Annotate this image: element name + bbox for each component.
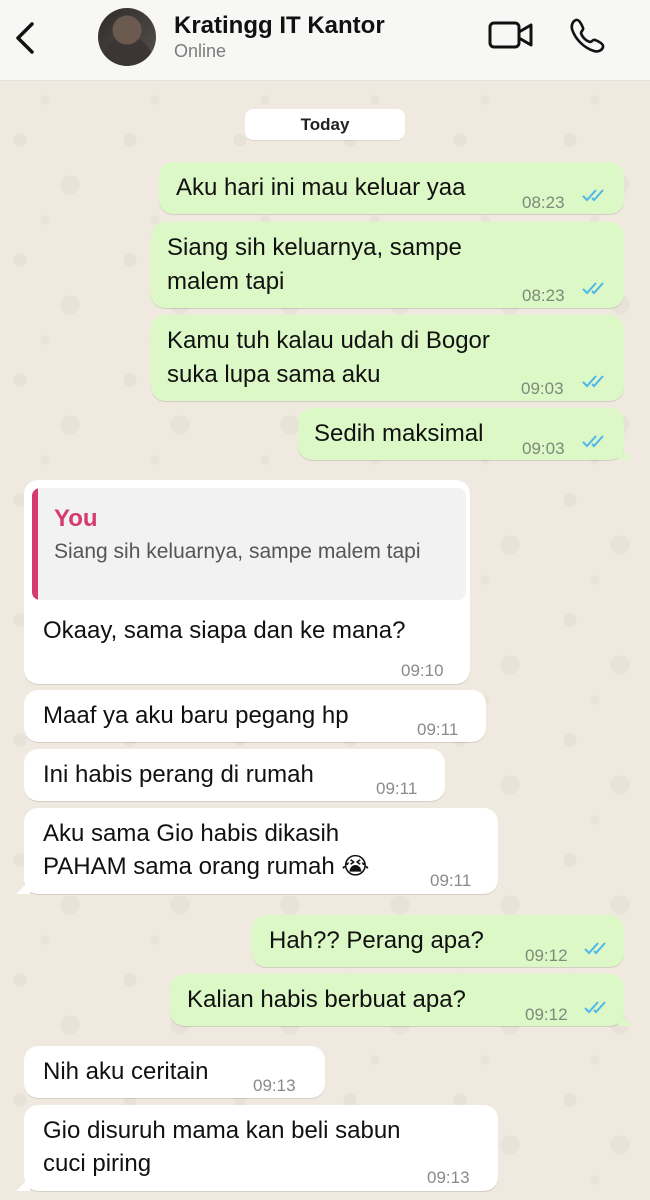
message-bubble-incoming[interactable]: Maaf ya aku baru pegang hp 09:11 — [24, 690, 486, 742]
message-text: PAHAM sama orang rumah 😭 — [43, 853, 370, 880]
video-camera-icon — [488, 21, 533, 49]
contact-status: Online — [174, 41, 227, 61]
message-text: Gio disuruh mama kan beli sabun — [43, 1117, 401, 1144]
message-bubble-outgoing[interactable]: Siang sih keluarnya, sampe malem tapi 08… — [151, 222, 624, 308]
message-bubble-outgoing[interactable]: Hah?? Perang apa? 09:12 — [252, 915, 624, 967]
message-bubble-incoming[interactable]: Aku sama Gio habis dikasih PAHAM sama or… — [16, 808, 498, 894]
message-text: Maaf ya aku baru pegang hp — [43, 702, 349, 729]
message-text: Aku hari ini mau keluar yaa — [176, 174, 466, 201]
double-check-icon — [582, 435, 604, 448]
message-text: Kamu tuh kalau udah di Bogor — [167, 327, 490, 354]
message-text: Hah?? Perang apa? — [269, 927, 484, 954]
message-time: 09:10 — [401, 661, 444, 680]
message-text: Ini habis perang di rumah — [43, 761, 314, 788]
message-text: Aku sama Gio habis dikasih — [43, 820, 340, 847]
chat-header: Kratingg IT Kantor Online — [0, 0, 650, 81]
chevron-left-icon — [16, 22, 34, 54]
message-bubble-incoming[interactable]: Gio disuruh mama kan beli sabun cuci pir… — [16, 1105, 498, 1191]
message-time: 09:03 — [521, 379, 564, 398]
message-bubble-outgoing[interactable]: Sedih maksimal 09:03 — [298, 408, 632, 460]
message-bubble-outgoing[interactable]: Kamu tuh kalau udah di Bogor suka lupa s… — [151, 315, 624, 401]
voice-call-button[interactable] — [569, 16, 607, 54]
double-check-icon — [582, 282, 604, 295]
message-time: 09:03 — [522, 439, 565, 458]
message-text: Okaay, sama siapa dan ke mana? — [43, 617, 406, 644]
message-text: cuci piring — [43, 1150, 152, 1177]
message-text: malem tapi — [167, 268, 285, 295]
double-check-icon — [584, 942, 606, 955]
quoted-author: You — [54, 505, 98, 532]
message-bubble-incoming[interactable]: You Siang sih keluarnya, sampe malem tap… — [24, 480, 470, 684]
message-bubble-incoming[interactable]: Ini habis perang di rumah 09:11 — [24, 749, 445, 801]
quoted-text: Siang sih keluarnya, sampe malem tapi — [54, 540, 421, 563]
message-text: Kalian habis berbuat apa? — [187, 986, 466, 1013]
message-time: 09:13 — [427, 1168, 470, 1187]
double-check-icon — [582, 375, 604, 388]
phone-icon — [570, 18, 605, 53]
contact-avatar[interactable] — [98, 8, 156, 66]
message-bubble-outgoing[interactable]: Aku hari ini mau keluar yaa 08:23 — [159, 162, 624, 214]
message-text: Nih aku ceritain — [43, 1058, 209, 1085]
quoted-reply[interactable]: You Siang sih keluarnya, sampe malem tap… — [32, 488, 466, 600]
message-time: 09:12 — [525, 946, 568, 965]
message-text: Sedih maksimal — [314, 420, 484, 447]
message-time: 08:23 — [522, 193, 565, 212]
message-time: 09:11 — [376, 779, 418, 798]
message-bubble-outgoing[interactable]: Kalian habis berbuat apa? 09:12 — [170, 974, 632, 1026]
message-time: 09:11 — [417, 720, 459, 739]
message-time: 09:11 — [430, 871, 472, 890]
back-button[interactable] — [10, 18, 40, 58]
message-text: suka lupa sama aku — [167, 361, 381, 388]
double-check-icon — [584, 1001, 606, 1014]
message-text: Siang sih keluarnya, sampe — [167, 234, 462, 261]
double-check-icon — [582, 189, 604, 202]
message-bubble-incoming[interactable]: Nih aku ceritain 09:13 — [24, 1046, 325, 1098]
video-call-button[interactable] — [488, 18, 534, 52]
quote-accent-bar — [32, 488, 38, 600]
message-time: 09:13 — [253, 1076, 296, 1095]
message-time: 08:23 — [522, 286, 565, 305]
date-divider: Today — [245, 109, 405, 140]
message-time: 09:12 — [525, 1005, 568, 1024]
contact-name[interactable]: Kratingg IT Kantor — [174, 12, 385, 40]
